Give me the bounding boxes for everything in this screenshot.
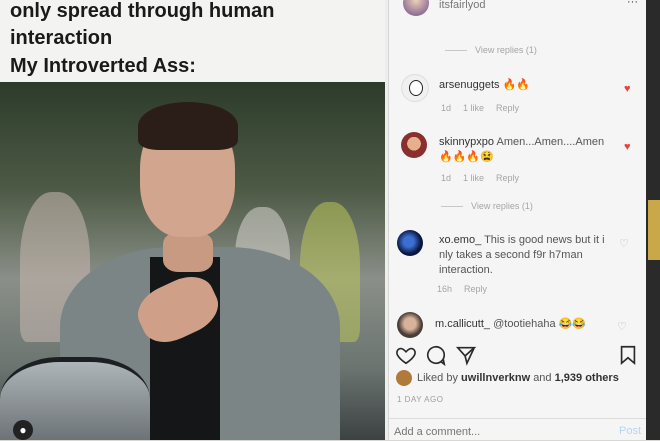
background-window-edge <box>646 0 660 440</box>
more-options-icon[interactable]: ··· <box>627 0 638 8</box>
commenter-avatar[interactable] <box>397 230 423 256</box>
comment-username[interactable]: skinnypxpo Amen...Amen....Amen <box>439 136 604 148</box>
post-date: 1 DAY AGO <box>397 395 444 404</box>
add-comment-input[interactable] <box>392 423 596 441</box>
man-hair <box>138 102 238 150</box>
comment-username[interactable]: xo.emo_ <box>439 234 481 246</box>
comments-panel: itsfairlyod ··· View replies (1) arsenug… <box>388 0 647 441</box>
view-replies-link[interactable]: View replies (1) <box>441 201 533 211</box>
heart-icon[interactable]: ♥ <box>624 141 631 153</box>
meme-line-2: interaction <box>10 27 113 49</box>
comment-likes[interactable]: 1 like <box>463 103 484 113</box>
meme-line-1: only spread through human <box>10 0 275 22</box>
heart-icon[interactable]: ♥ <box>624 83 631 95</box>
send-icon[interactable] <box>455 344 477 366</box>
snoopy-icon <box>409 80 423 96</box>
meme-photo <box>0 82 385 440</box>
likes-summary[interactable]: Liked by uwillnverknw and 1,939 others <box>417 372 619 384</box>
bookmark-icon[interactable] <box>617 344 639 366</box>
post-button[interactable]: Post <box>619 425 641 437</box>
owner-username[interactable]: itsfairlyod <box>439 0 485 11</box>
add-comment-bar: Post <box>389 418 647 441</box>
comment-username[interactable]: m.callicutt_ @tootiehaha 😂😂 <box>435 317 586 330</box>
owner-avatar[interactable] <box>403 0 429 16</box>
man-neck <box>163 232 213 272</box>
liker-avatar[interactable] <box>396 370 412 386</box>
comment-icon[interactable] <box>425 344 447 366</box>
view-replies-link[interactable]: View replies (1) <box>445 45 537 55</box>
reply-button[interactable]: Reply <box>464 284 487 294</box>
heart-icon[interactable] <box>395 344 417 366</box>
user-tags-icon[interactable]: ● <box>13 420 33 440</box>
comment-likes[interactable]: 1 like <box>463 173 484 183</box>
background-graphic <box>648 200 660 260</box>
action-bar <box>389 340 647 368</box>
comment-meta: 16h Reply <box>437 284 499 294</box>
comment-meta: 1d 1 like Reply <box>441 173 531 183</box>
meme-line-3: My Introverted Ass: <box>10 55 196 77</box>
comment-time: 1d <box>441 103 452 113</box>
comment-meta: 1d 1 like Reply <box>441 103 531 113</box>
comment-time: 16h <box>437 284 453 294</box>
comment-time: 1d <box>441 173 452 183</box>
meme-caption: only spread through human interaction My… <box>0 0 385 82</box>
heart-outline-icon[interactable]: ♡ <box>619 237 629 250</box>
commenter-avatar[interactable] <box>397 312 423 338</box>
comment-emoji: 🔥🔥🔥😫 <box>439 151 494 163</box>
screen: only spread through human interaction My… <box>0 0 660 441</box>
commenter-avatar[interactable] <box>401 132 427 158</box>
heart-outline-icon[interactable]: ♡ <box>617 320 627 333</box>
comment-username[interactable]: arsenuggets 🔥🔥 <box>439 78 530 91</box>
comment-body: xo.emo_ This is good news but it i nly t… <box>439 233 619 278</box>
reply-button[interactable]: Reply <box>496 103 519 113</box>
commenter-avatar[interactable] <box>401 74 429 102</box>
reply-button[interactable]: Reply <box>496 173 519 183</box>
